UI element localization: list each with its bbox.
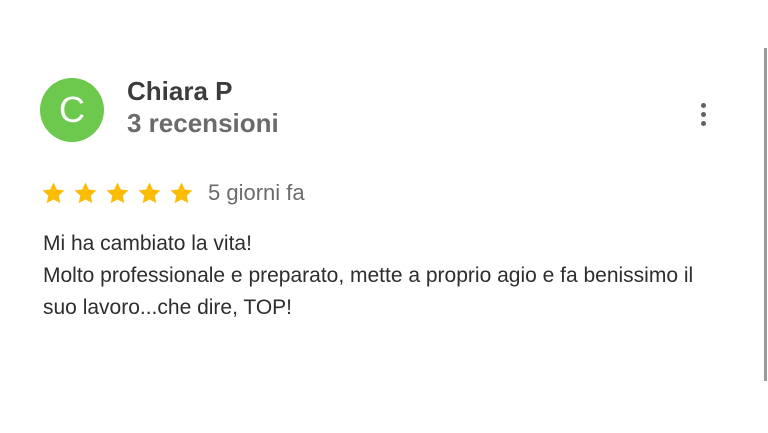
review-text: Mi ha cambiato la vita! Molto profession… bbox=[43, 228, 703, 324]
author-reviews-count[interactable]: 3 recensioni bbox=[127, 108, 279, 139]
rating-row: 5 giorni fa bbox=[40, 177, 305, 209]
star-rating bbox=[40, 180, 195, 207]
more-vert-icon bbox=[700, 102, 706, 108]
review-text-line: Molto professionale e preparato, mette a… bbox=[43, 264, 694, 319]
star-icon bbox=[72, 180, 99, 207]
avatar[interactable]: C bbox=[40, 78, 104, 142]
review-date: 5 giorni fa bbox=[208, 180, 305, 205]
more-vert-icon-dot bbox=[700, 120, 706, 126]
more-options-button[interactable] bbox=[690, 98, 716, 130]
author-name[interactable]: Chiara P bbox=[127, 76, 233, 107]
star-icon bbox=[136, 180, 163, 207]
more-vert-icon-dot bbox=[700, 111, 706, 117]
star-icon bbox=[168, 180, 195, 207]
review-card: C Chiara P 3 recensioni 5 giorni fa Mi h… bbox=[0, 0, 768, 433]
scrollbar[interactable] bbox=[764, 48, 767, 381]
star-icon bbox=[40, 180, 67, 207]
review-text-line: Mi ha cambiato la vita! bbox=[43, 232, 252, 255]
star-icon bbox=[104, 180, 131, 207]
